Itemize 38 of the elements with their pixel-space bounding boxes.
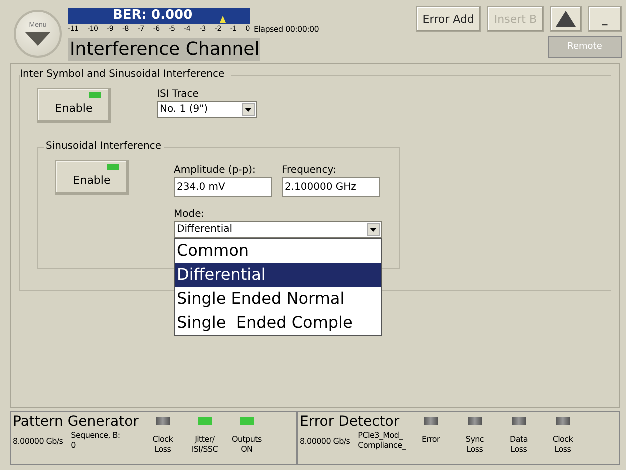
dropdown-option[interactable]: Common xyxy=(175,239,381,263)
data-rate: 8.00000 Gb/s xyxy=(300,437,350,448)
data-rate: 8.00000 Gb/s xyxy=(13,437,64,448)
section-title: Error Detector xyxy=(300,414,401,431)
amplitude-field[interactable]: 234.0 mV xyxy=(174,177,272,197)
frequency-field[interactable]: 2.100000 GHz xyxy=(282,177,380,197)
enable-button[interactable]: Enable xyxy=(55,160,129,195)
isi-trace-dropdown[interactable]: No. 1 (9") xyxy=(157,101,257,118)
header-button[interactable]: Error Add xyxy=(416,6,482,32)
indicator-label: Outputs ON xyxy=(232,435,262,455)
field-label: Amplitude (p-p): xyxy=(174,164,257,177)
marker-icon xyxy=(220,16,226,23)
section-title: Pattern Generator xyxy=(13,414,139,431)
field-label: Mode: xyxy=(174,208,206,221)
indicator-label: Clock Loss xyxy=(552,435,574,455)
field-label: ISI Trace xyxy=(157,88,200,101)
dropdown-option[interactable]: Differential xyxy=(175,263,381,287)
ber-display: BER: 0.000 xyxy=(68,8,250,24)
elapsed-time: Elapsed 00:00:00 xyxy=(254,24,320,35)
field-label: Frequency: xyxy=(282,164,338,177)
indicator-label: Clock Loss xyxy=(152,435,174,455)
group-title: Inter Symbol and Sinusoidal Interference xyxy=(20,69,231,81)
down-triangle-icon xyxy=(25,32,51,46)
warning-button[interactable] xyxy=(550,6,582,32)
dropdown-option[interactable]: Single Ended Comple xyxy=(175,311,381,335)
minimize-button[interactable]: _ xyxy=(588,6,622,32)
enable-button[interactable]: Enable xyxy=(37,88,111,123)
warning-icon xyxy=(556,11,576,27)
dropdown-option[interactable]: Single Ended Normal xyxy=(175,287,381,311)
indicator-label: Data Loss xyxy=(510,435,528,455)
indicator-label: Error xyxy=(422,435,440,445)
mode-dropdown[interactable]: Differential xyxy=(174,221,382,238)
pattern-info: PCIe3_Mod_ Compliance_ xyxy=(358,431,406,451)
remote-indicator: Remote xyxy=(548,36,622,58)
screen-title: Interference Channel xyxy=(68,38,260,61)
indicator-label: Sync Loss xyxy=(466,435,484,455)
pattern-info: Sequence, B: 0 xyxy=(71,431,120,451)
indicator-label: Jitter/ ISI/SSC xyxy=(192,435,218,455)
